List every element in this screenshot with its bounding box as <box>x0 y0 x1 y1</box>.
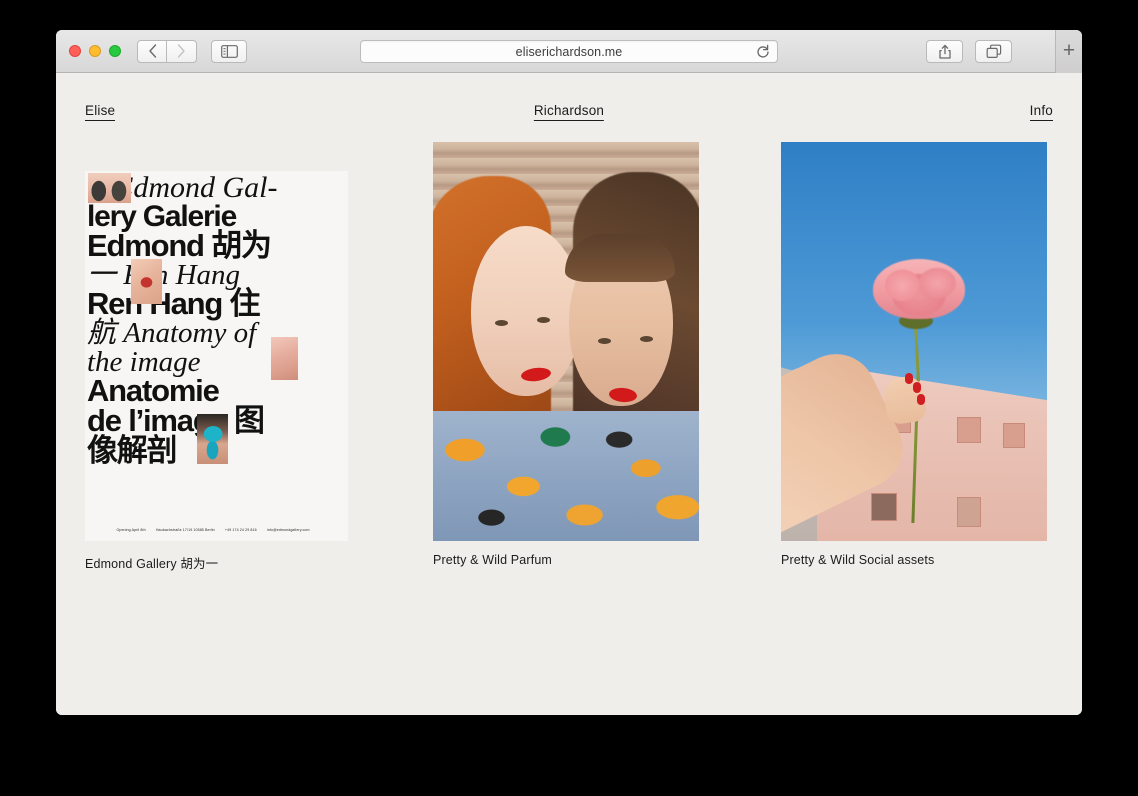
poster-inset-photo <box>271 337 298 380</box>
red-nail <box>917 394 925 405</box>
model-eye <box>537 317 550 323</box>
tab-overview-icon <box>986 44 1001 59</box>
project-thumbnail[interactable]: Edmond Gal- lery Galerie Edmond 胡为 一 Ren… <box>85 141 351 541</box>
sidebar-icon <box>220 44 238 58</box>
poster-line: 航 Anatomy of <box>87 317 257 350</box>
building-window <box>957 497 981 527</box>
red-nail <box>913 382 921 393</box>
minimize-window-button[interactable] <box>89 45 101 57</box>
poster-footer-item: +49 174 24 29 816 <box>224 528 257 532</box>
poster-line: Edmond 胡为 <box>87 228 272 264</box>
browser-window: eliserichardson.me + Elise Richardson In… <box>56 30 1082 715</box>
web-page-content: Elise Richardson Info Edmond Gal- lery G… <box>56 73 1082 715</box>
floral-jacket <box>433 411 699 541</box>
url-text: eliserichardson.me <box>515 44 623 59</box>
project-card[interactable]: Pretty & Wild Social assets <box>781 141 1047 572</box>
toolbar-right-buttons <box>926 40 1012 63</box>
poster-footer-item: info@edmondgallery.com <box>266 528 310 532</box>
project-thumbnail[interactable] <box>433 141 699 541</box>
project-card[interactable]: Edmond Gal- lery Galerie Edmond 胡为 一 Ren… <box>85 141 351 572</box>
project-caption: Pretty & Wild Parfum <box>433 553 552 567</box>
poster-line: the image <box>87 345 201 378</box>
project-grid: Edmond Gal- lery Galerie Edmond 胡为 一 Ren… <box>56 141 1082 572</box>
pretty-wild-social-assets-image <box>781 142 1047 541</box>
tab-overview-button[interactable] <box>975 40 1012 63</box>
red-nail <box>905 373 913 384</box>
nav-link-richardson[interactable]: Richardson <box>533 103 605 121</box>
edmond-gallery-poster-image: Edmond Gal- lery Galerie Edmond 胡为 一 Ren… <box>85 171 348 541</box>
share-button[interactable] <box>926 40 963 63</box>
nav-link-info[interactable]: Info <box>1029 103 1053 121</box>
chevron-left-icon <box>148 44 156 58</box>
reload-icon <box>757 44 769 58</box>
forward-button[interactable] <box>167 39 197 63</box>
close-window-button[interactable] <box>69 45 81 57</box>
site-navigation: Elise Richardson Info <box>56 73 1082 141</box>
model-bangs <box>565 234 675 282</box>
poster-line: 一 Ren Hang <box>87 259 241 292</box>
poster-inset-photo <box>197 414 228 464</box>
poster-inset-photo <box>131 259 162 304</box>
traffic-lights <box>69 45 121 57</box>
poster-line: Anatomie <box>87 372 220 408</box>
poster-footer-text: Opening April 8th Haubachstraße 17/19 10… <box>97 528 338 532</box>
pink-rose <box>873 259 965 319</box>
poster-line: Ren Hang 住 <box>87 286 260 322</box>
building-window <box>1003 423 1025 448</box>
model-eye <box>640 336 653 342</box>
navigation-buttons <box>137 39 197 63</box>
poster-footer-item: Opening April 8th <box>116 528 146 532</box>
project-caption: Pretty & Wild Social assets <box>781 553 935 567</box>
building-window <box>871 493 897 521</box>
model-eye <box>495 320 508 326</box>
building-window <box>957 417 981 443</box>
nav-link-elise[interactable]: Elise <box>85 103 116 121</box>
maximize-window-button[interactable] <box>109 45 121 57</box>
sidebar-toggle-button[interactable] <box>211 39 247 63</box>
share-icon <box>938 44 951 59</box>
chevron-right-icon <box>177 44 185 58</box>
back-button[interactable] <box>137 39 167 63</box>
project-caption: Edmond Gallery 胡为一 <box>85 557 219 571</box>
browser-toolbar: eliserichardson.me + <box>56 30 1082 73</box>
new-tab-button[interactable]: + <box>1055 30 1082 73</box>
project-card[interactable]: Pretty & Wild Parfum <box>433 141 699 572</box>
project-thumbnail[interactable] <box>781 141 1047 541</box>
model-eye <box>598 338 611 344</box>
poster-inset-photo <box>88 173 131 203</box>
address-bar[interactable]: eliserichardson.me <box>360 40 778 63</box>
poster-line: lery Galerie <box>87 200 237 234</box>
pretty-wild-parfum-image <box>433 142 699 541</box>
poster-footer-item: Haubachstraße 17/19 10585 Berlin <box>155 528 215 532</box>
reload-button[interactable] <box>756 44 770 65</box>
